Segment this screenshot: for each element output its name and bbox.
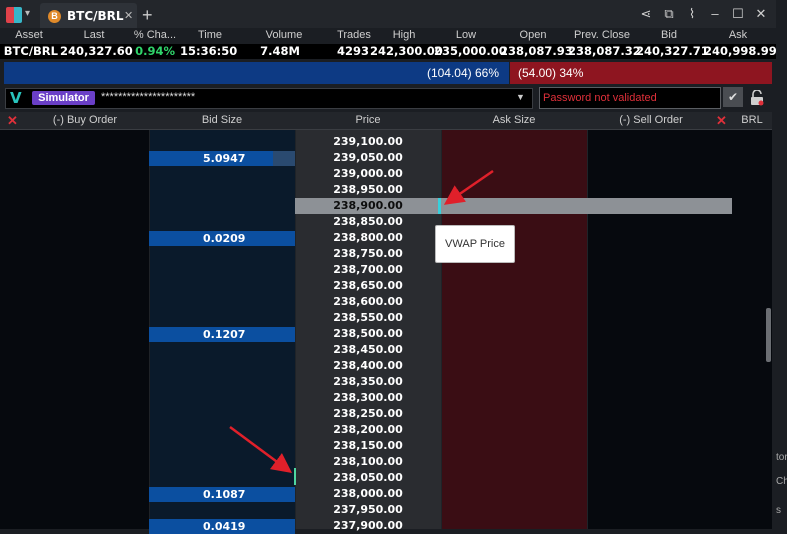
- sell-order-column[interactable]: [587, 130, 772, 529]
- change-value: 0.94%: [135, 44, 175, 58]
- chart-icon[interactable]: ⌇: [683, 6, 701, 22]
- last-value: 240,327.60: [60, 44, 133, 58]
- trades-value: 4293: [336, 44, 369, 58]
- chevron-down-icon[interactable]: ▾: [25, 8, 30, 19]
- quote-values-row[interactable]: BTC/BRL 240,327.60 0.94% 15:36:50 7.48M …: [0, 44, 777, 59]
- broker-logo-icon: V: [10, 89, 22, 107]
- vwap-price-level[interactable]: 238,900.00: [295, 198, 441, 214]
- col-header-volume[interactable]: Volume: [240, 28, 328, 43]
- sell-pressure-label: (54.00) 34%: [518, 66, 584, 80]
- price-level[interactable]: 237,900.00: [295, 518, 441, 534]
- bid-size-value: 0.0209: [203, 232, 246, 245]
- price-level[interactable]: 238,000.00: [295, 486, 441, 502]
- asset-value: BTC/BRL: [3, 44, 58, 58]
- buy-order-column[interactable]: [0, 130, 149, 529]
- price-level[interactable]: 238,800.00: [295, 230, 441, 246]
- col-header-bid[interactable]: Bid: [643, 28, 695, 43]
- cancel-sell-icon[interactable]: ✕: [716, 113, 727, 129]
- col-header-buy-order[interactable]: (-) Buy Order: [20, 112, 150, 129]
- high-value: 242,300.00: [370, 44, 443, 58]
- scrollbar-thumb[interactable]: [766, 308, 771, 362]
- ask-size-column[interactable]: [441, 130, 587, 529]
- app-logo-icon[interactable]: [6, 7, 22, 23]
- col-header-asset[interactable]: Asset: [0, 28, 58, 43]
- edge-text: tor: [776, 452, 787, 463]
- tab-close-icon[interactable]: ✕: [124, 9, 133, 22]
- export-icon[interactable]: ⧉: [660, 6, 678, 22]
- bid-size-value: 0.1087: [203, 488, 246, 501]
- minimize-icon[interactable]: –: [706, 6, 724, 21]
- book-header: ✕ (-) Buy Order Bid Size Price Ask Size …: [0, 112, 772, 130]
- scrollbar-track[interactable]: [773, 130, 787, 529]
- col-header-ask[interactable]: Ask: [712, 28, 764, 43]
- buy-pressure-label: (104.04) 66%: [426, 66, 499, 80]
- vwap-marker: [438, 198, 441, 214]
- price-level[interactable]: 238,250.00: [295, 406, 441, 422]
- price-level[interactable]: 238,050.00: [295, 470, 441, 486]
- price-level[interactable]: 238,650.00: [295, 278, 441, 294]
- unlock-icon[interactable]: [750, 90, 764, 106]
- col-header-last[interactable]: Last: [62, 28, 126, 43]
- price-level[interactable]: 238,600.00: [295, 294, 441, 310]
- add-tab-icon[interactable]: +: [142, 5, 153, 26]
- ask-value: 240,998.99: [704, 44, 777, 58]
- price-level[interactable]: 239,050.00: [295, 150, 441, 166]
- col-header-sell-order[interactable]: (-) Sell Order: [587, 112, 715, 129]
- price-level[interactable]: 238,150.00: [295, 438, 441, 454]
- open-value: 238,087.93: [500, 44, 573, 58]
- edge-text: Cha: [776, 476, 787, 487]
- cancel-buy-icon[interactable]: ✕: [7, 113, 18, 129]
- column-divider: [441, 130, 442, 529]
- col-header-currency: BRL: [741, 114, 763, 126]
- price-level[interactable]: 238,450.00: [295, 342, 441, 358]
- volume-value: 7.48M: [260, 44, 300, 58]
- bid-size-value: 5.0947: [203, 152, 246, 165]
- col-header-price[interactable]: Price: [295, 112, 441, 129]
- price-level[interactable]: 238,200.00: [295, 422, 441, 438]
- price-level[interactable]: 239,000.00: [295, 166, 441, 182]
- vwap-marker: [294, 468, 296, 485]
- col-header-high[interactable]: High: [378, 28, 430, 43]
- tab-label: BTC/BRL: [67, 9, 124, 23]
- price-level[interactable]: 239,100.00: [295, 134, 441, 150]
- close-icon[interactable]: ✕: [752, 6, 770, 22]
- prev-close-value: 238,087.32: [568, 44, 641, 58]
- price-level[interactable]: 238,500.00: [295, 326, 441, 342]
- col-header-low[interactable]: Low: [440, 28, 492, 43]
- validate-button[interactable]: ✔: [723, 87, 743, 107]
- bitcoin-icon: B: [48, 10, 61, 23]
- password-status: Password not validated: [543, 92, 657, 104]
- col-header-open[interactable]: Open: [507, 28, 559, 43]
- col-header-bid-size[interactable]: Bid Size: [149, 112, 295, 129]
- price-level[interactable]: 238,700.00: [295, 262, 441, 278]
- time-value: 15:36:50: [180, 44, 238, 58]
- price-level[interactable]: 238,100.00: [295, 454, 441, 470]
- price-level[interactable]: 238,350.00: [295, 374, 441, 390]
- col-header-ask-size[interactable]: Ask Size: [441, 112, 587, 129]
- edge-text: s: [776, 505, 781, 516]
- simulator-badge: Simulator: [32, 91, 95, 105]
- bid-size-value: 0.0419: [203, 520, 246, 533]
- col-header-prev-close[interactable]: Prev. Close: [568, 28, 636, 43]
- price-level[interactable]: 238,750.00: [295, 246, 441, 262]
- masked-account: **********************: [101, 91, 196, 103]
- quote-header-row: Asset Last % Cha... Time Volume Trades H…: [0, 28, 776, 43]
- col-header-time[interactable]: Time: [184, 28, 236, 43]
- column-divider: [587, 130, 588, 529]
- col-header-change[interactable]: % Cha...: [129, 28, 181, 43]
- vwap-tooltip: VWAP Price: [435, 225, 515, 263]
- price-level[interactable]: 238,850.00: [295, 214, 441, 230]
- chevron-down-icon[interactable]: ▼: [516, 92, 525, 102]
- price-level[interactable]: 237,950.00: [295, 502, 441, 518]
- price-level[interactable]: 238,950.00: [295, 182, 441, 198]
- price-level[interactable]: 238,300.00: [295, 390, 441, 406]
- low-value: 235,000.00: [434, 44, 507, 58]
- bid-value: 240,327.71: [636, 44, 709, 58]
- share-icon[interactable]: ⋖: [637, 6, 655, 22]
- price-level[interactable]: 238,400.00: [295, 358, 441, 374]
- col-header-trades[interactable]: Trades: [330, 28, 378, 43]
- maximize-icon[interactable]: ☐: [729, 6, 747, 22]
- price-level[interactable]: 238,550.00: [295, 310, 441, 326]
- bid-size-value: 0.1207: [203, 328, 246, 341]
